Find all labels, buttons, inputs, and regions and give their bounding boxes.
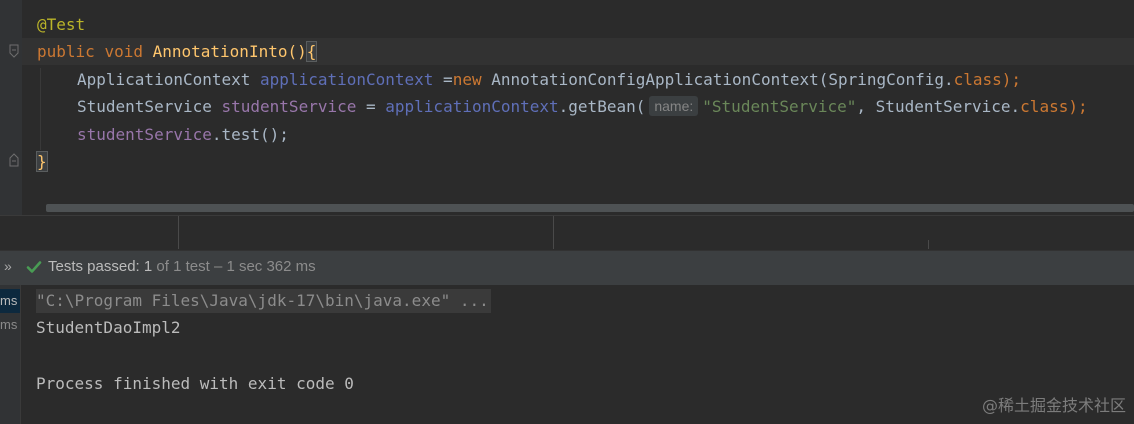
constructor-call: AnnotationConfigApplicationContext(Sprin… <box>481 70 954 89</box>
statement-end: ); <box>1001 70 1022 89</box>
splitter-divider <box>928 240 929 249</box>
tests-status: Tests passed: 1 of 1 test – 1 sec 362 ms <box>48 258 316 275</box>
tests-duration: of 1 test – 1 sec 362 ms <box>156 258 316 275</box>
console-exit-line: Process finished with exit code 0 <box>36 374 354 393</box>
test-tree[interactable]: ms ms <box>0 285 21 424</box>
method-name: AnnotationInto <box>152 42 288 61</box>
check-icon <box>26 261 42 273</box>
code-line-annotation[interactable]: @Test <box>37 11 85 38</box>
watermark-text: @稀土掘金技术社区 <box>981 396 1126 415</box>
keyword-class: class <box>1020 97 1069 116</box>
open-brace: { <box>305 41 318 62</box>
fold-close-icon[interactable] <box>8 153 20 167</box>
tests-passed-count: 1 <box>143 258 153 275</box>
editor-gutter[interactable] <box>0 0 22 215</box>
splitter-divider <box>178 216 179 249</box>
var-student-service: studentService <box>77 125 212 144</box>
close-brace: } <box>36 151 48 172</box>
run-status-bar: » Tests passed: 1 of 1 test – 1 sec 362 … <box>0 250 1134 285</box>
keyword-class: class <box>953 70 1002 89</box>
console-command-line[interactable]: "C:\Program Files\Java\jdk-17\bin\java.e… <box>36 289 491 313</box>
var-student-service: studentService <box>221 97 357 116</box>
parameter-hint-name: name: <box>649 96 699 116</box>
type-student-service: StudentService <box>77 97 212 116</box>
test-call: .test(); <box>211 125 289 144</box>
console-output-line: StudentDaoImpl2 <box>36 318 181 337</box>
fold-open-icon[interactable] <box>8 44 20 58</box>
string-student-service: "StudentService" <box>702 97 857 116</box>
annotation-test: @Test <box>37 15 86 34</box>
getbean-arg2: , StudentService. <box>856 97 1021 116</box>
code-line-getbean[interactable]: StudentService studentService = applicat… <box>77 93 1088 120</box>
splitter-divider <box>553 216 554 249</box>
expand-chevron-icon[interactable]: » <box>4 258 12 274</box>
assign-op: = <box>433 70 453 89</box>
keyword-new: new <box>452 70 482 89</box>
code-editor[interactable]: @Test public void AnnotationInto(){ Appl… <box>0 0 1134 215</box>
getbean-call: .getBean( <box>558 97 646 116</box>
var-application-context: applicationContext <box>260 70 434 89</box>
code-line-close-brace[interactable]: } <box>36 148 48 175</box>
console-output[interactable]: ms ms "C:\Program Files\Java\jdk-17\bin\… <box>0 285 1134 424</box>
keyword-void: void <box>104 42 143 61</box>
test-tree-item[interactable]: ms <box>0 289 20 313</box>
ref-application-context: applicationContext <box>385 97 559 116</box>
keyword-public: public <box>37 42 95 61</box>
test-tree-item[interactable]: ms <box>0 313 20 337</box>
horizontal-scrollbar-thumb[interactable] <box>46 204 1134 212</box>
code-line-context[interactable]: ApplicationContext applicationContext =n… <box>77 66 1021 93</box>
panel-splitter[interactable] <box>0 215 1134 251</box>
assign-op: = <box>356 97 386 116</box>
indent-guide <box>40 68 41 150</box>
method-parens: () <box>287 42 307 61</box>
code-line-test-call[interactable]: studentService.test(); <box>77 121 289 148</box>
tests-passed-label: Tests passed: <box>48 258 140 275</box>
type-application-context: ApplicationContext <box>77 70 251 89</box>
statement-end: ); <box>1068 97 1088 116</box>
code-line-method-signature[interactable]: public void AnnotationInto(){ <box>22 38 1134 65</box>
